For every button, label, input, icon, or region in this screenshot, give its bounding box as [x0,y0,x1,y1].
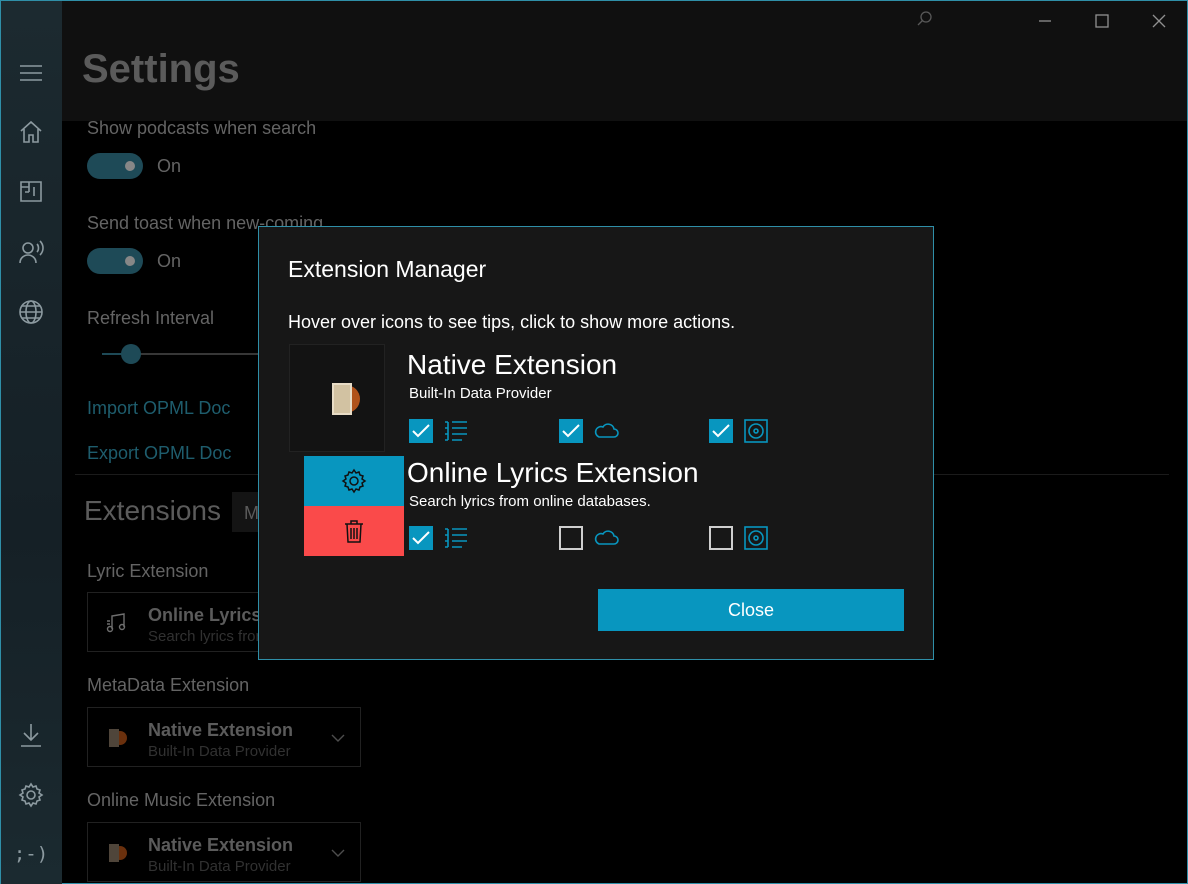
dialog-hint: Hover over icons to see tips, click to s… [288,312,736,332]
library-icon[interactable] [16,176,46,206]
gear-icon [341,468,367,494]
feedback-icon[interactable]: ;-) [14,839,48,869]
list-icon[interactable] [443,419,469,443]
cloud-icon[interactable] [593,526,619,550]
extension-desc: Built-In Data Provider [409,385,552,402]
extension-manager-dialog: Extension Manager Hover over icons to se… [258,226,934,660]
list-icon[interactable] [443,526,469,550]
extension-settings-button[interactable] [304,456,404,506]
download-icon[interactable] [16,720,46,750]
metadata-checkbox[interactable] [709,526,733,550]
sidebar: ;-) [1,1,62,884]
globe-icon[interactable] [16,297,46,327]
online-checkbox[interactable] [559,526,583,550]
extension-logo-icon [332,383,360,415]
extension-name: Native Extension [407,349,618,380]
hamburger-icon[interactable] [16,58,46,88]
extension-desc: Search lyrics from online databases. [409,493,651,510]
online-capability[interactable] [559,526,621,552]
extension-delete-button[interactable] [304,506,404,556]
lyric-checkbox[interactable] [409,526,433,550]
extension-name: Online Lyrics Extension [407,457,699,488]
cloud-icon[interactable] [593,419,619,443]
online-capability[interactable] [559,419,621,445]
disc-icon[interactable] [743,526,769,550]
trash-icon [345,520,363,543]
podcast-icon[interactable] [16,237,46,267]
disc-icon[interactable] [743,419,769,443]
metadata-capability[interactable] [709,526,771,552]
home-icon[interactable] [16,117,46,147]
native-extension-thumbnail[interactable] [289,344,385,452]
lyric-checkbox[interactable] [409,419,433,443]
dialog-title: Extension Manager [288,256,487,282]
metadata-capability[interactable] [709,419,771,445]
close-button[interactable]: Close [598,589,904,631]
lyric-capability[interactable] [409,526,471,552]
lyric-capability[interactable] [409,419,471,445]
metadata-checkbox[interactable] [709,419,733,443]
online-checkbox[interactable] [559,419,583,443]
gear-icon[interactable] [16,780,46,810]
